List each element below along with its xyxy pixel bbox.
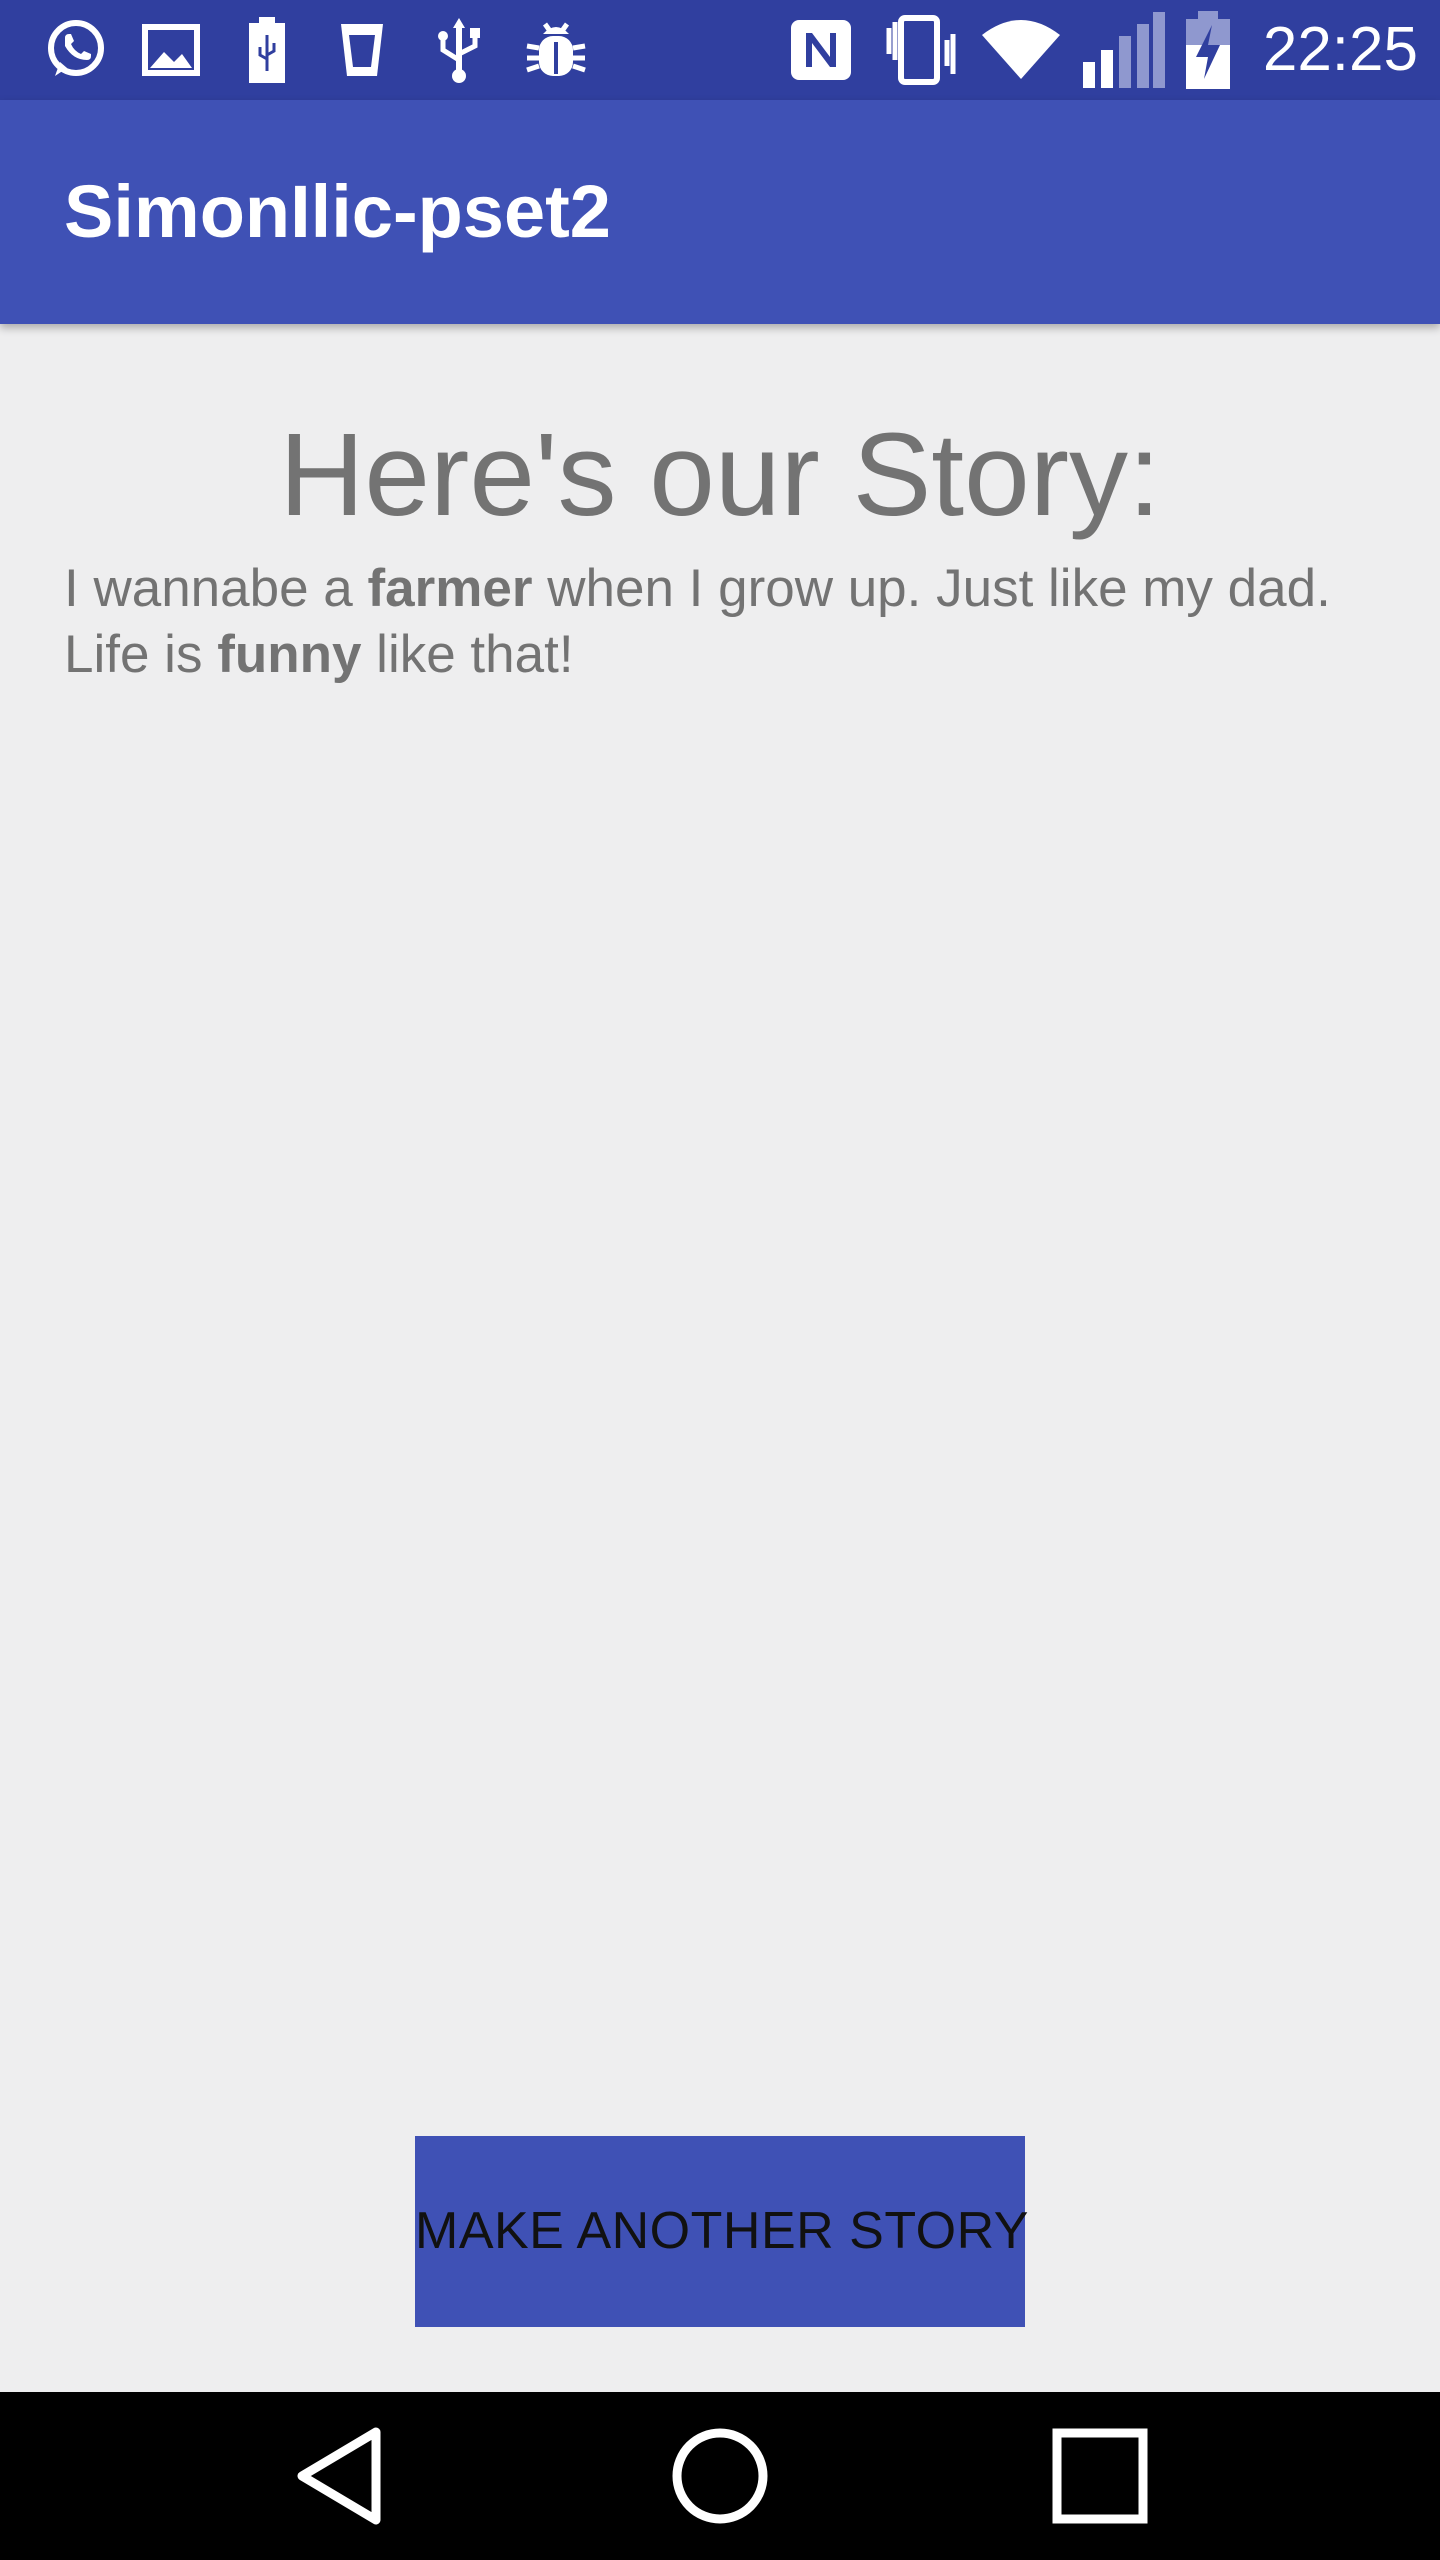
whatsapp-icon [40,0,110,100]
usb-icon [434,0,484,100]
wifi-icon [976,0,1066,100]
story-text: I wannabe a farmer when I grow up. Just … [64,556,1364,688]
bug-icon [520,0,592,100]
story-heading: Here's our Story: [279,409,1161,541]
recents-icon[interactable] [990,2392,1210,2560]
status-time: 22:25 [1262,15,1418,84]
story-text-part: like that! [361,625,574,684]
signal-icon [1080,0,1166,100]
gallery-icon [140,0,202,100]
app-title: SimonIlic-pset2 [64,170,611,253]
home-icon[interactable] [610,2392,830,2560]
story-word-farmer: farmer [367,559,533,618]
story-text-part: I wannabe a [64,559,368,618]
navigation-bar [0,2392,1440,2560]
cup-icon [336,0,388,100]
status-bar: 22:25 [0,0,1440,100]
screen: 22:25 SimonIlic-pset2 Here's our Story: … [0,0,1440,2560]
battery-charging-icon [1182,0,1234,100]
story-word-funny: funny [217,625,362,684]
nfc-icon [786,0,856,100]
app-bar: SimonIlic-pset2 [0,100,1440,324]
back-icon[interactable] [230,2392,450,2560]
make-another-story-button[interactable]: MAKE ANOTHER STORY [415,2136,1028,2327]
vibrate-icon [880,0,962,100]
battery-saver-icon [244,0,290,100]
